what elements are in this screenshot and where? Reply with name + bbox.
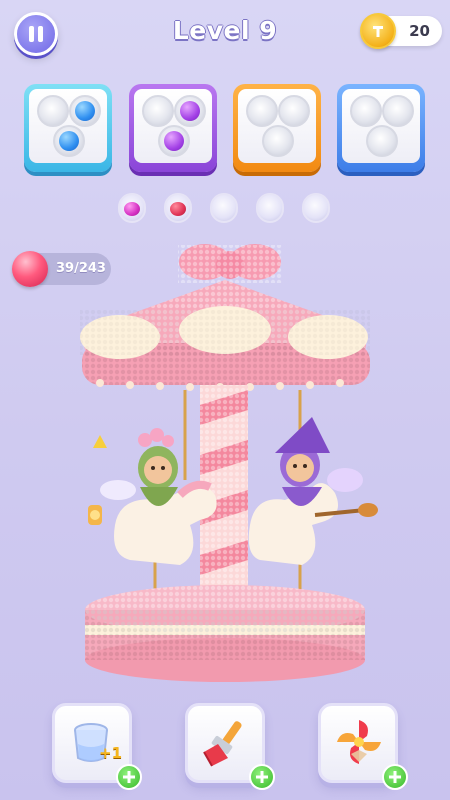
pink-bead-ball-icon: [12, 251, 48, 287]
plus-icon: [389, 771, 401, 783]
queue-cup-empty[interactable]: [302, 193, 330, 223]
tray-inner: [238, 89, 316, 163]
tray-blue-2[interactable]: [337, 84, 425, 172]
queue-cup-magenta[interactable]: [118, 193, 146, 223]
carousel-roof: [80, 280, 370, 391]
slot-filled: [174, 95, 206, 127]
tray-blue[interactable]: [24, 84, 112, 172]
carousel-base: [85, 585, 365, 682]
slot-filled: [69, 95, 101, 127]
plus-icon: [123, 771, 135, 783]
magenta-beads-icon: [124, 202, 140, 216]
fairy-rider-left: [88, 428, 217, 565]
pinwheel-icon: [337, 720, 381, 764]
add-booster-button[interactable]: [382, 764, 408, 790]
tray-inner: [342, 89, 420, 163]
booster-count: +1: [99, 744, 123, 762]
tray-inner: [134, 89, 212, 163]
slot-empty: [382, 95, 414, 127]
witch-rider-right: [248, 417, 378, 565]
slot-empty: [246, 95, 278, 127]
blue-beads-icon: [75, 101, 95, 121]
slot-empty: [37, 95, 69, 127]
queue-cup-empty[interactable]: [210, 193, 238, 223]
red-beads-icon: [170, 202, 186, 216]
slot-empty: [366, 125, 398, 157]
add-booster-button[interactable]: [249, 764, 275, 790]
purple-beads-icon: [180, 101, 200, 121]
queue-cup-empty[interactable]: [256, 193, 284, 223]
slot-empty: [142, 95, 174, 127]
tray-purple[interactable]: [129, 84, 217, 172]
bow-topper: [178, 244, 282, 283]
queue-cup-red[interactable]: [164, 193, 192, 223]
slot-empty: [350, 95, 382, 127]
brush-icon: [203, 721, 242, 767]
coin-amount: 20: [409, 22, 430, 40]
blue-beads-icon: [59, 131, 79, 151]
coin-icon: [360, 13, 396, 49]
plus-icon: [256, 771, 268, 783]
carousel-icon[interactable]: [60, 225, 390, 685]
slot-empty: [278, 95, 310, 127]
slot-empty: [262, 125, 294, 157]
slot-filled: [53, 125, 85, 157]
add-booster-button[interactable]: [116, 764, 142, 790]
purple-beads-icon: [164, 131, 184, 151]
slot-filled: [158, 125, 190, 157]
tray-inner: [29, 89, 107, 163]
tray-orange[interactable]: [233, 84, 321, 172]
